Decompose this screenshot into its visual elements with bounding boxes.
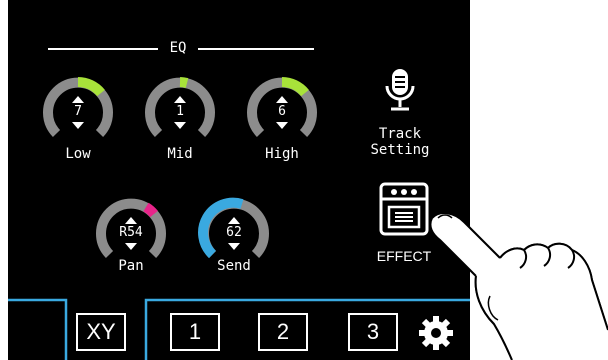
tab-1[interactable]: 1 [170,313,220,351]
eq-header-line-right [198,48,314,50]
pan-value: R54 [119,225,143,240]
send-value: 62 [226,225,242,240]
eq-low-down-arrow-icon [72,122,84,129]
send-up-arrow-icon [228,217,240,224]
eq-mid-label: Mid [167,146,193,162]
pan-down-arrow-icon [125,243,137,250]
device-screen: EQ 7 Low 1 Mid 6 High Track Setting R54 … [8,0,470,360]
track-setting-label-line1: Track [378,126,422,142]
eq-high-value: 6 [278,104,286,119]
pan-label: Pan [118,258,144,274]
eq-title: EQ [169,40,187,56]
pan-up-arrow-icon [125,217,137,224]
eq-header-line-left [48,48,158,50]
pointing-hand-illustration [429,212,608,360]
tab-3[interactable]: 3 [348,313,398,351]
track-setting-label-line2: Setting [370,142,430,158]
tab-xy[interactable]: XY [76,313,126,351]
microphone-icon [385,69,415,111]
send-down-arrow-icon [228,243,240,250]
eq-low-label: Low [65,146,91,162]
eq-mid-up-arrow-icon [174,96,186,103]
eq-high-up-arrow-icon [276,96,288,103]
eq-high-label: High [265,146,299,162]
eq-low-value: 7 [74,104,82,119]
eq-mid-value: 1 [176,104,184,119]
eq-low-up-arrow-icon [72,96,84,103]
tab-2[interactable]: 2 [258,313,308,351]
eq-high-down-arrow-icon [276,122,288,129]
eq-mid-down-arrow-icon [174,122,186,129]
send-label: Send [217,258,251,274]
